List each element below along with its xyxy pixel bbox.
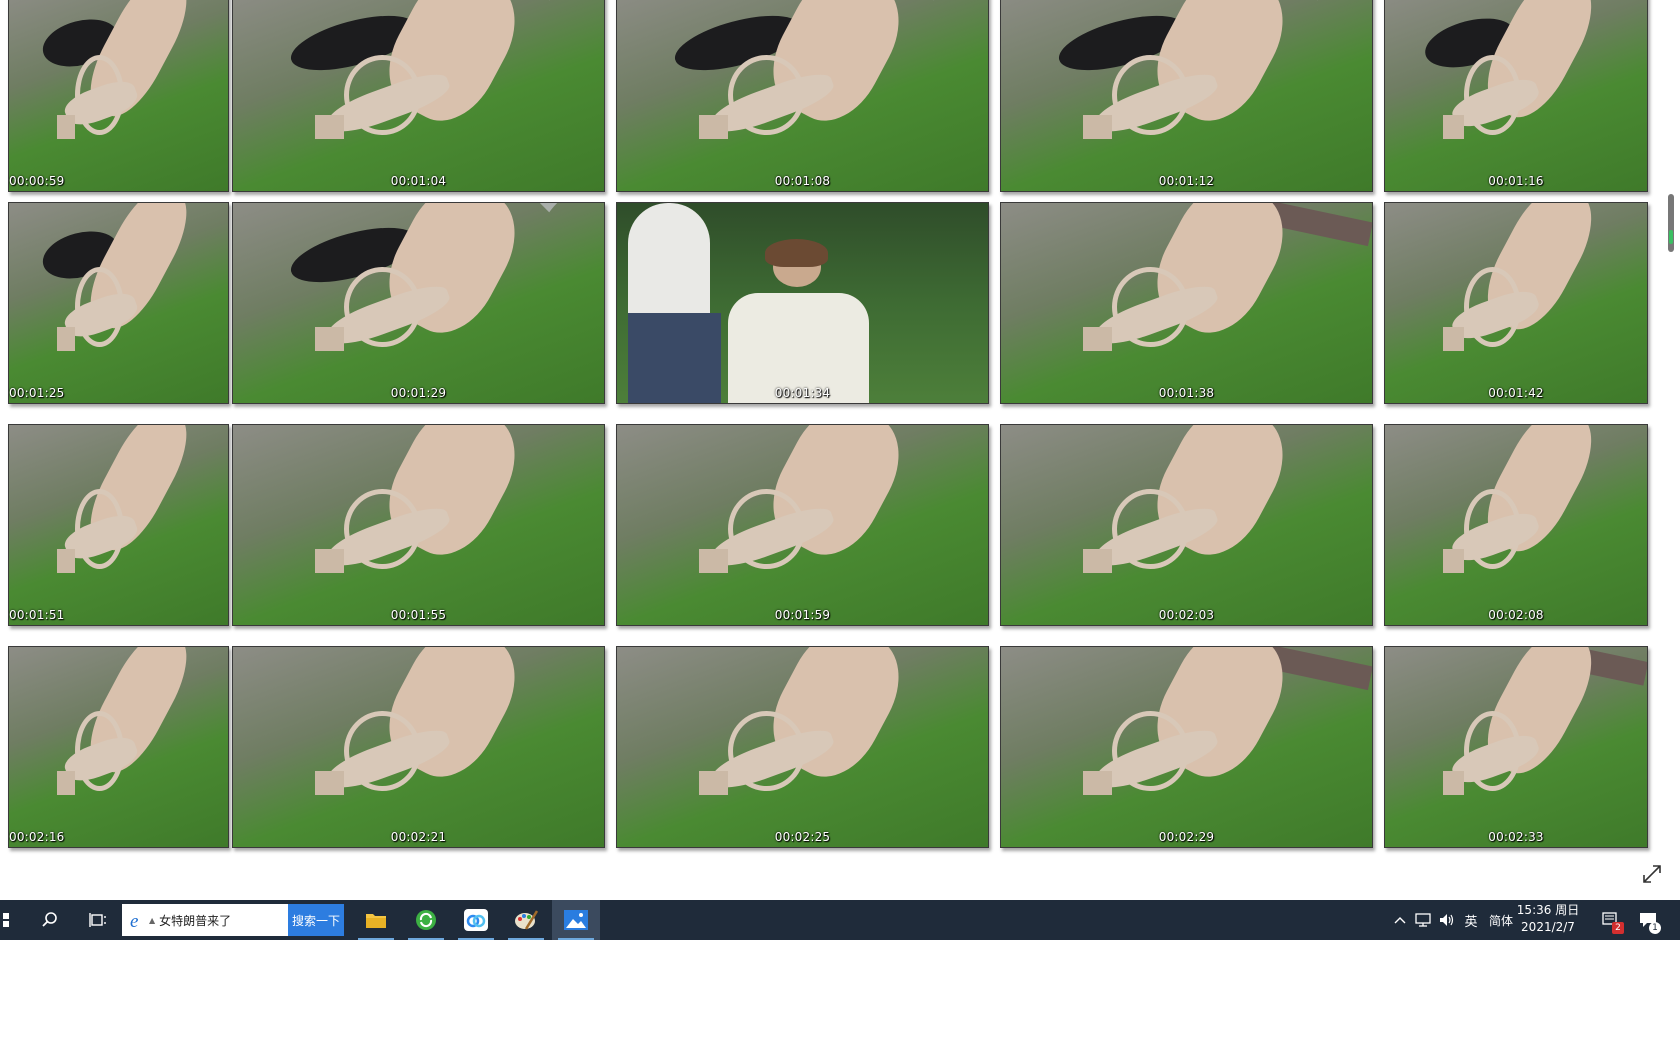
vertical-scrollbar[interactable] xyxy=(1668,194,1674,252)
search-query[interactable]: 女特朗普来了 xyxy=(159,912,231,929)
thumbnail-item[interactable]: 00:01:51 xyxy=(8,424,229,626)
volume-control[interactable] xyxy=(1436,900,1458,940)
thumbnail-item[interactable]: 00:01:42 xyxy=(1384,202,1648,404)
thumbnail-item[interactable]: 00:01:25 xyxy=(8,202,229,404)
thumbnail-item[interactable]: 00:02:29 xyxy=(1000,646,1373,848)
thumbnail-timestamp: 00:01:29 xyxy=(390,386,447,400)
taskbar-paint[interactable] xyxy=(502,900,550,940)
thumbnail-timestamp: 00:01:51 xyxy=(9,608,65,622)
thumbnail-timestamp: 00:01:59 xyxy=(774,608,831,622)
search-button[interactable] xyxy=(26,900,74,940)
paint-icon xyxy=(515,910,538,930)
thumbnail-item[interactable]: 00:02:25 xyxy=(616,646,989,848)
thumbnail-item[interactable]: 00:01:55 xyxy=(232,424,605,626)
thumbnail-timestamp: 00:01:16 xyxy=(1488,174,1544,188)
thumbnail-item[interactable]: 00:02:16 xyxy=(8,646,229,848)
thumbnail-timestamp: 00:02:33 xyxy=(1488,830,1544,844)
taskbar: e ▲ 女特朗普来了 搜索一下 英 简体 15:36 周日 2021/2/7 2… xyxy=(0,900,1680,940)
thumbnail-timestamp: 00:02:29 xyxy=(1158,830,1215,844)
chevron-up-icon xyxy=(1394,917,1406,924)
web-search-box[interactable]: e ▲ 女特朗普来了 xyxy=(122,904,288,936)
task-view-icon xyxy=(89,913,106,927)
thumbnail-timestamp: 00:01:42 xyxy=(1488,386,1544,400)
baidu-netdisk-icon xyxy=(464,909,488,931)
thumbnail-timestamp: 00:01:34 xyxy=(774,386,831,400)
taskbar-green-app[interactable] xyxy=(402,900,450,940)
green-app-icon xyxy=(416,910,436,930)
taskbar-baidu-netdisk[interactable] xyxy=(452,900,500,940)
search-caret: ▲ xyxy=(149,915,156,925)
thumbnail-item[interactable]: 00:01:08 xyxy=(616,0,989,192)
thumbnail-timestamp: 00:02:16 xyxy=(9,830,65,844)
thumbnail-item[interactable]: 00:01:16 xyxy=(1384,0,1648,192)
start-icon xyxy=(3,913,9,927)
thumbnail-timestamp: 00:01:38 xyxy=(1158,386,1215,400)
thumbnail-timestamp: 00:01:08 xyxy=(774,174,831,188)
clock-date: 2021/2/7 xyxy=(1521,920,1575,934)
show-hidden-icons[interactable] xyxy=(1390,900,1410,940)
thumbnail-timestamp: 00:01:12 xyxy=(1158,174,1215,188)
notification-badge: 1 xyxy=(1649,922,1661,934)
system-clock[interactable]: 15:36 周日 2021/2/7 xyxy=(1508,902,1588,938)
thumbnail-timestamp: 00:02:08 xyxy=(1488,608,1544,622)
taskbar-photos[interactable] xyxy=(552,900,600,940)
thumbnail-item[interactable]: 00:01:59 xyxy=(616,424,989,626)
thumbnail-timestamp: 00:02:25 xyxy=(774,830,831,844)
thumbnail-timestamp: 00:02:03 xyxy=(1158,608,1215,622)
thumbnail-item[interactable]: 00:01:12 xyxy=(1000,0,1373,192)
thumbnail-item[interactable]: 00:01:38 xyxy=(1000,202,1373,404)
thumbnail-timestamp: 00:01:25 xyxy=(9,386,65,400)
thumbnail-timestamp: 00:01:55 xyxy=(390,608,447,622)
clock-time: 15:36 周日 xyxy=(1516,903,1580,917)
thumbnail-item[interactable]: 00:02:03 xyxy=(1000,424,1373,626)
thumbnail-item[interactable]: 00:01:04 xyxy=(232,0,605,192)
thumbnail-item[interactable]: 00:01:29 xyxy=(232,202,605,404)
ie-icon: e xyxy=(130,911,138,930)
thumbnail-timestamp: 00:00:59 xyxy=(9,174,65,188)
network-icon xyxy=(1415,913,1431,927)
network-status[interactable] xyxy=(1412,900,1434,940)
svg-text:e: e xyxy=(130,911,138,930)
thumbnail-timestamp: 00:01:04 xyxy=(390,174,447,188)
security-badge: 2 xyxy=(1612,922,1624,934)
thumbnail-item[interactable]: 00:01:34 xyxy=(616,202,989,404)
security-center[interactable]: 2 xyxy=(1598,900,1624,940)
search-submit-button[interactable]: 搜索一下 xyxy=(288,904,344,936)
thumbnail-item[interactable]: 00:02:33 xyxy=(1384,646,1648,848)
ime-language[interactable]: 英 xyxy=(1460,900,1482,940)
thumbnail-timestamp: 00:02:21 xyxy=(390,830,447,844)
volume-icon xyxy=(1440,914,1454,926)
start-button[interactable] xyxy=(0,900,20,940)
thumbnail-item[interactable]: 00:02:08 xyxy=(1384,424,1648,626)
taskbar-file-explorer[interactable] xyxy=(352,900,400,940)
search-icon xyxy=(42,912,57,927)
photos-icon xyxy=(564,910,588,930)
photo-viewer: 00:00:59 00:01:04 00:01:08 00:01:12 00:01:16… xyxy=(0,0,1680,900)
file-explorer-icon xyxy=(366,914,386,928)
expand-icon[interactable] xyxy=(1640,862,1664,886)
action-center[interactable]: 1 xyxy=(1634,900,1662,940)
thumbnail-item[interactable]: 00:00:59 xyxy=(8,0,229,192)
task-view-button[interactable] xyxy=(74,900,122,940)
thumbnail-item[interactable]: 00:02:21 xyxy=(232,646,605,848)
